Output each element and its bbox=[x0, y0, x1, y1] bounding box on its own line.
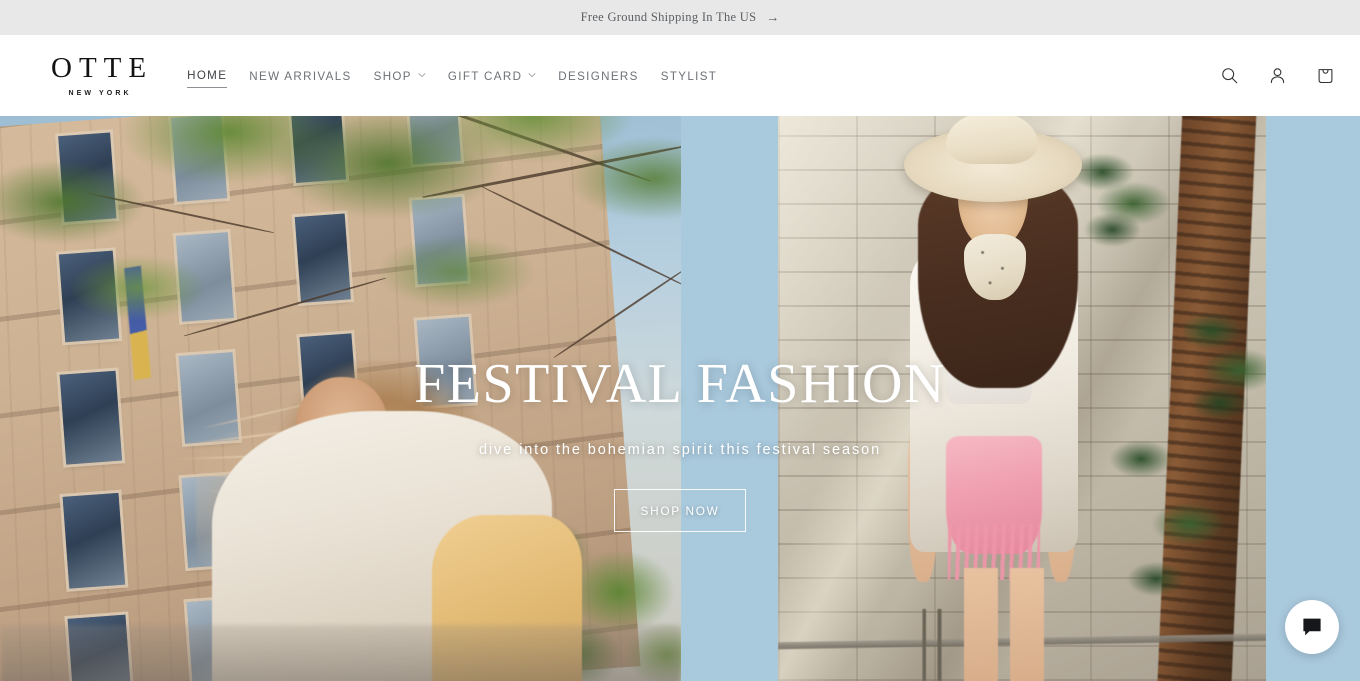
nav-label-gift-card: GIFT CARD bbox=[447, 69, 523, 83]
model-right-hat-crown bbox=[946, 116, 1038, 164]
nav-label-stylist: STYLIST bbox=[660, 69, 718, 83]
announcement-text: Free Ground Shipping In The US bbox=[580, 10, 757, 24]
chevron-down-icon bbox=[528, 71, 536, 79]
nav-item-home[interactable]: HOME bbox=[187, 65, 228, 88]
fern-foliage bbox=[1074, 136, 1170, 256]
nav-label-designers: DESIGNERS bbox=[558, 69, 639, 83]
cart-icon[interactable] bbox=[1312, 63, 1338, 89]
sidewalk bbox=[0, 625, 681, 681]
model-right-bag bbox=[904, 609, 958, 681]
announcement-bar[interactable]: Free Ground Shipping In The US → bbox=[0, 0, 1360, 35]
nav-label-shop: SHOP bbox=[373, 69, 412, 83]
chat-bubble-icon bbox=[1303, 618, 1321, 636]
nav-item-gift-card[interactable]: GIFT CARD bbox=[448, 66, 536, 88]
site-header: OTTE NEW YORK HOME NEW ARRIVALS SHOP GIF… bbox=[0, 35, 1360, 116]
hero-image-left bbox=[0, 116, 681, 681]
arrow-right-icon: → bbox=[766, 9, 780, 25]
logo-tagline: NEW YORK bbox=[68, 90, 132, 97]
main-navigation: HOME NEW ARRIVALS SHOP GIFT CARD DESIGNE… bbox=[187, 65, 717, 88]
logo-wordmark: OTTE bbox=[51, 52, 154, 84]
nav-item-stylist[interactable]: STYLIST bbox=[661, 66, 717, 88]
nav-label-home: HOME bbox=[187, 69, 228, 82]
fern-foliage bbox=[1184, 286, 1266, 436]
shop-now-button[interactable]: SHOP NOW bbox=[614, 489, 746, 532]
chat-widget-button[interactable] bbox=[1285, 600, 1339, 654]
header-actions bbox=[1216, 63, 1338, 89]
hero-image-right bbox=[778, 116, 1266, 681]
chevron-down-icon bbox=[418, 71, 426, 79]
search-icon[interactable] bbox=[1216, 63, 1242, 89]
account-icon[interactable] bbox=[1264, 63, 1290, 89]
nav-item-new-arrivals[interactable]: NEW ARRIVALS bbox=[249, 66, 351, 88]
nav-item-designers[interactable]: DESIGNERS bbox=[558, 66, 638, 88]
logo[interactable]: OTTE NEW YORK bbox=[44, 52, 154, 98]
hero-section: FESTIVAL FASHION dive into the bohemian … bbox=[0, 116, 1360, 681]
nav-item-shop[interactable]: SHOP bbox=[374, 66, 426, 88]
nav-label-new-arrivals: NEW ARRIVALS bbox=[249, 69, 352, 83]
